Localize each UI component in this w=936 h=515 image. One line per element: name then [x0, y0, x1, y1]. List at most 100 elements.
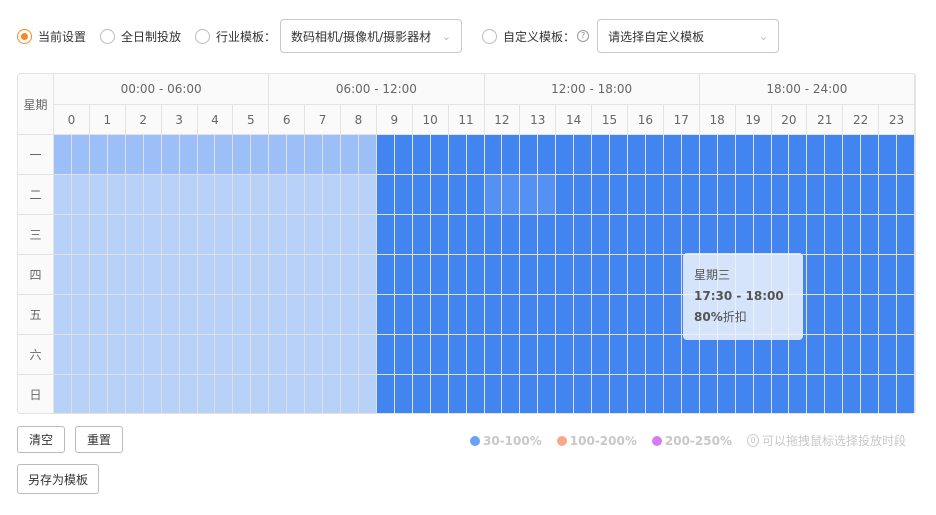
schedule-cell[interactable]: [861, 375, 880, 413]
schedule-cell[interactable]: [215, 135, 234, 175]
schedule-cell[interactable]: [233, 375, 252, 413]
schedule-cell[interactable]: [251, 295, 270, 335]
schedule-cell[interactable]: [125, 135, 144, 175]
schedule-cell[interactable]: [448, 335, 467, 375]
schedule-cell[interactable]: [412, 135, 431, 175]
schedule-cell[interactable]: [663, 215, 682, 255]
schedule-cell[interactable]: [897, 135, 915, 175]
schedule-cell[interactable]: [735, 215, 754, 255]
schedule-cell[interactable]: [610, 375, 628, 413]
custom-template-select[interactable]: 请选择自定义模板 ⌄: [597, 19, 780, 53]
schedule-cell[interactable]: [735, 335, 754, 375]
schedule-cell[interactable]: [628, 215, 646, 255]
schedule-cell[interactable]: [358, 375, 377, 413]
schedule-cell[interactable]: [861, 255, 880, 295]
schedule-cell[interactable]: [466, 215, 485, 255]
schedule-cell[interactable]: [323, 255, 341, 295]
schedule-cell[interactable]: [412, 255, 431, 295]
schedule-cell[interactable]: [430, 375, 449, 413]
schedule-cell[interactable]: [592, 135, 611, 175]
schedule-cell[interactable]: [502, 135, 521, 175]
schedule-cell[interactable]: [861, 135, 880, 175]
schedule-cell[interactable]: [233, 135, 252, 175]
schedule-cell[interactable]: [717, 335, 736, 375]
schedule-cell[interactable]: [54, 135, 72, 175]
schedule-cell[interactable]: [412, 375, 431, 413]
schedule-cell[interactable]: [143, 335, 162, 375]
schedule-cell[interactable]: [323, 175, 341, 215]
schedule-cell[interactable]: [143, 135, 162, 175]
schedule-cell[interactable]: [412, 335, 431, 375]
schedule-cell[interactable]: [538, 375, 557, 413]
schedule-cell[interactable]: [233, 335, 252, 375]
schedule-cell[interactable]: [412, 295, 431, 335]
schedule-cell[interactable]: [502, 375, 521, 413]
schedule-cell[interactable]: [143, 215, 162, 255]
schedule-cell[interactable]: [376, 335, 395, 375]
schedule-cell[interactable]: [287, 375, 306, 413]
schedule-cell[interactable]: [394, 375, 413, 413]
schedule-cell[interactable]: [251, 255, 270, 295]
schedule-cell[interactable]: [735, 375, 754, 413]
schedule-cell[interactable]: [628, 175, 646, 215]
schedule-cell[interactable]: [771, 135, 790, 175]
schedule-cell[interactable]: [341, 335, 359, 375]
schedule-cell[interactable]: [305, 335, 324, 375]
schedule-cell[interactable]: [305, 135, 324, 175]
schedule-cell[interactable]: [753, 215, 772, 255]
schedule-cell[interactable]: [628, 295, 646, 335]
schedule-cell[interactable]: [843, 335, 862, 375]
schedule-cell[interactable]: [107, 215, 126, 255]
schedule-cell[interactable]: [663, 295, 682, 335]
schedule-cell[interactable]: [574, 175, 593, 215]
schedule-cell[interactable]: [251, 215, 270, 255]
schedule-cell[interactable]: [897, 295, 915, 335]
schedule-cell[interactable]: [538, 335, 557, 375]
schedule-cell[interactable]: [376, 215, 395, 255]
schedule-cell[interactable]: [143, 295, 162, 335]
schedule-cell[interactable]: [107, 255, 126, 295]
schedule-cell[interactable]: [251, 375, 270, 413]
schedule-cell[interactable]: [430, 135, 449, 175]
schedule-cell[interactable]: [143, 375, 162, 413]
schedule-cell[interactable]: [681, 335, 700, 375]
schedule-cell[interactable]: [143, 255, 162, 295]
schedule-cell[interactable]: [484, 375, 503, 413]
schedule-cell[interactable]: [107, 335, 126, 375]
schedule-cell[interactable]: [610, 255, 628, 295]
schedule-cell[interactable]: [771, 175, 790, 215]
schedule-cell[interactable]: [681, 175, 700, 215]
schedule-cell[interactable]: [789, 175, 808, 215]
schedule-cell[interactable]: [520, 135, 539, 175]
schedule-cell[interactable]: [645, 335, 664, 375]
schedule-cell[interactable]: [233, 175, 252, 215]
schedule-cell[interactable]: [394, 255, 413, 295]
schedule-cell[interactable]: [54, 255, 72, 295]
schedule-cell[interactable]: [556, 215, 575, 255]
schedule-cell[interactable]: [592, 175, 611, 215]
schedule-cell[interactable]: [341, 175, 359, 215]
schedule-cell[interactable]: [197, 215, 216, 255]
schedule-cell[interactable]: [699, 175, 718, 215]
schedule-cell[interactable]: [628, 135, 646, 175]
schedule-cell[interactable]: [574, 335, 593, 375]
schedule-cell[interactable]: [592, 375, 611, 413]
schedule-cell[interactable]: [161, 215, 180, 255]
schedule-cell[interactable]: [89, 335, 108, 375]
schedule-cell[interactable]: [215, 295, 234, 335]
schedule-cell[interactable]: [89, 295, 108, 335]
schedule-cell[interactable]: [161, 375, 180, 413]
schedule-cell[interactable]: [287, 135, 306, 175]
schedule-cell[interactable]: [717, 175, 736, 215]
schedule-cell[interactable]: [269, 335, 288, 375]
schedule-cell[interactable]: [71, 255, 90, 295]
schedule-cell[interactable]: [197, 135, 216, 175]
schedule-cell[interactable]: [879, 135, 898, 175]
schedule-cell[interactable]: [448, 215, 467, 255]
schedule-cell[interactable]: [341, 135, 359, 175]
schedule-cell[interactable]: [771, 215, 790, 255]
schedule-cell[interactable]: [843, 175, 862, 215]
schedule-cell[interactable]: [789, 375, 808, 413]
schedule-cell[interactable]: [161, 295, 180, 335]
schedule-cell[interactable]: [341, 215, 359, 255]
